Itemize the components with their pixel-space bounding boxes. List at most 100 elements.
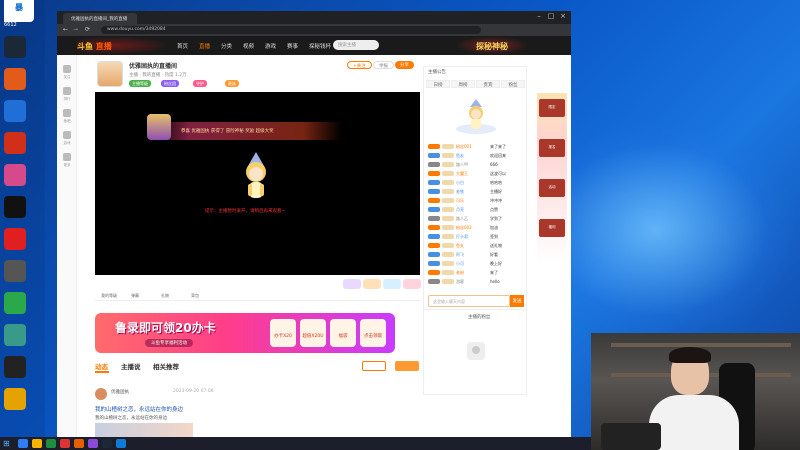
promo-banner[interactable]: 鲁录即可领20办卡 斗鱼专享福利活动 办卡X20 超值X20U 福袋 点击领取 bbox=[95, 313, 395, 353]
chat-nick[interactable]: 老粉 bbox=[456, 270, 464, 276]
app-yellow-icon[interactable] bbox=[4, 388, 26, 410]
steam-icon[interactable] bbox=[4, 36, 26, 58]
chat-nick[interactable]: 小白 bbox=[456, 180, 464, 186]
toolbar-item[interactable]: 背包 bbox=[191, 293, 199, 299]
chat-nick[interactable]: 阿飞 bbox=[456, 252, 464, 258]
chat-nick[interactable]: 路人甲 bbox=[456, 162, 468, 168]
taskbar-app-icon[interactable] bbox=[46, 439, 56, 448]
app-green-icon[interactable] bbox=[4, 292, 26, 314]
side-ad-strip[interactable]: 限定 报名 活动 福利 bbox=[537, 93, 567, 263]
toolbar-item[interactable]: 我的等级 bbox=[101, 293, 117, 299]
chat-tab[interactable]: 日榜 bbox=[426, 80, 450, 88]
forward-icon[interactable]: → bbox=[73, 26, 78, 33]
nav-item[interactable]: 游戏 bbox=[265, 42, 276, 50]
app-blue-icon[interactable] bbox=[4, 100, 26, 122]
rail-label[interactable]: 鱼吧 bbox=[57, 119, 77, 124]
maximize-icon[interactable]: □ bbox=[545, 12, 557, 22]
gift-chip-4[interactable] bbox=[403, 279, 421, 289]
promo-card[interactable]: 点击领取 bbox=[360, 319, 386, 347]
browser-tab[interactable]: 优雅固执的直播间_我的直播 bbox=[63, 13, 137, 24]
tab-1[interactable]: 主播说 bbox=[121, 361, 141, 371]
taskbar-app-icon[interactable] bbox=[74, 439, 84, 448]
chat-tab[interactable]: 周榜 bbox=[451, 80, 475, 88]
chat-nick[interactable]: 可乐 bbox=[456, 198, 464, 204]
site-logo[interactable]: 斗鱼 直播 bbox=[77, 37, 167, 54]
app-black-icon[interactable] bbox=[4, 196, 26, 218]
post-author[interactable]: 优雅固执 bbox=[111, 389, 129, 395]
rail-icon[interactable] bbox=[63, 65, 71, 73]
app-teal-icon[interactable] bbox=[4, 324, 26, 346]
post-image[interactable] bbox=[95, 423, 193, 437]
search-input[interactable]: 搜索主播 bbox=[333, 40, 379, 50]
app-pink-icon[interactable] bbox=[4, 164, 26, 186]
obs-icon[interactable] bbox=[4, 356, 26, 378]
chat-nick[interactable]: 鱼友 bbox=[456, 153, 464, 159]
nav-item[interactable]: 视频 bbox=[243, 42, 254, 50]
toolbar-item[interactable]: 弹幕 bbox=[131, 293, 139, 299]
taskbar-app-icon[interactable] bbox=[102, 439, 112, 448]
chat-nick[interactable]: 月亮 bbox=[456, 207, 464, 213]
follow-button[interactable]: +关注 bbox=[347, 61, 372, 69]
edit-button[interactable] bbox=[362, 361, 386, 371]
url-field[interactable]: www.douyu.com/3492084 bbox=[101, 26, 481, 34]
post-title[interactable]: 我的山楂树之恋，永远站在你的身边 bbox=[95, 405, 183, 413]
promo-card[interactable]: 办卡X20 bbox=[270, 319, 296, 347]
rail-icon[interactable] bbox=[63, 87, 71, 95]
streamer-avatar[interactable] bbox=[97, 61, 123, 87]
chat-input[interactable]: 这里输入聊天内容 bbox=[428, 295, 510, 307]
taskbar-app-icon[interactable] bbox=[32, 439, 42, 448]
close-icon[interactable]: × bbox=[557, 12, 569, 22]
app-orange-icon[interactable] bbox=[4, 68, 26, 90]
windows-icon[interactable]: ⊞ bbox=[3, 439, 10, 448]
chat-nick[interactable]: 大魔王 bbox=[456, 171, 468, 177]
post-author-avatar[interactable] bbox=[95, 388, 107, 400]
tab-0[interactable]: 动态 bbox=[95, 361, 108, 371]
nav-item[interactable]: 赛事 bbox=[287, 42, 298, 50]
chat-tab[interactable]: 粉丝 bbox=[501, 80, 525, 88]
netease-music-icon[interactable] bbox=[4, 228, 26, 250]
ad-card[interactable]: 限定 bbox=[539, 99, 565, 117]
gift-chip-2[interactable] bbox=[363, 279, 381, 289]
chat-tab[interactable]: 贵宾 bbox=[476, 80, 500, 88]
taskbar-app-icon[interactable] bbox=[18, 439, 28, 448]
toolbar-item[interactable]: 礼物 bbox=[161, 293, 169, 299]
rail-icon[interactable] bbox=[63, 109, 71, 117]
report-button[interactable]: 举报 bbox=[373, 61, 394, 69]
gift-chip-1[interactable] bbox=[343, 279, 361, 289]
ad-card[interactable]: 报名 bbox=[539, 139, 565, 157]
chat-nick[interactable]: 粉丝001 bbox=[456, 144, 472, 150]
rail-label[interactable]: 游戏 bbox=[57, 141, 77, 146]
chat-nick[interactable]: 游客 bbox=[456, 279, 464, 285]
taskbar-app-icon[interactable] bbox=[60, 439, 70, 448]
rail-label[interactable]: 更多 bbox=[57, 163, 77, 168]
tab-2[interactable]: 相关推荐 bbox=[153, 361, 179, 371]
share-button[interactable]: 分享 bbox=[395, 61, 414, 69]
rail-label[interactable]: 关注 bbox=[57, 75, 77, 80]
send-button[interactable]: 发送 bbox=[510, 295, 524, 307]
reload-icon[interactable]: ⟳ bbox=[85, 26, 90, 33]
back-icon[interactable]: ← bbox=[63, 26, 68, 33]
rail-icon[interactable] bbox=[63, 131, 71, 139]
topic-banner[interactable]: 探秘神秘 bbox=[457, 37, 527, 54]
chat-nick[interactable]: 路人乙 bbox=[456, 216, 468, 222]
chat-nick[interactable]: 鱼丸 bbox=[456, 243, 464, 249]
rail-icon[interactable] bbox=[63, 153, 71, 161]
nav-item[interactable]: 分类 bbox=[221, 42, 232, 50]
taskbar-app-icon[interactable] bbox=[88, 439, 98, 448]
chat-nick[interactable]: 老铁 bbox=[456, 189, 464, 195]
ad-card[interactable]: 福利 bbox=[539, 219, 565, 237]
promo-card[interactable]: 超值X20U bbox=[300, 319, 326, 347]
chat-nick[interactable]: 小可 bbox=[456, 261, 464, 267]
promo-card[interactable]: 福袋 bbox=[330, 319, 356, 347]
chat-nick[interactable]: 粉丝002 bbox=[456, 225, 472, 231]
gift-chip-3[interactable] bbox=[383, 279, 401, 289]
nav-item[interactable]: 探秘钱杯 bbox=[309, 42, 331, 50]
nav-item[interactable]: 首页 bbox=[177, 42, 188, 50]
publish-button[interactable] bbox=[395, 361, 419, 371]
app-red-icon[interactable] bbox=[4, 132, 26, 154]
minimize-icon[interactable]: – bbox=[533, 12, 545, 22]
app-gray-icon[interactable] bbox=[4, 260, 26, 282]
taskbar-app-icon[interactable] bbox=[116, 439, 126, 448]
rail-label[interactable]: 排行 bbox=[57, 97, 77, 102]
video-player[interactable]: 恭喜 优雅固执 获得了 冒险神秘 奖励 超级大奖 提示：主播暂时离开，请稍后再来… bbox=[95, 92, 420, 275]
